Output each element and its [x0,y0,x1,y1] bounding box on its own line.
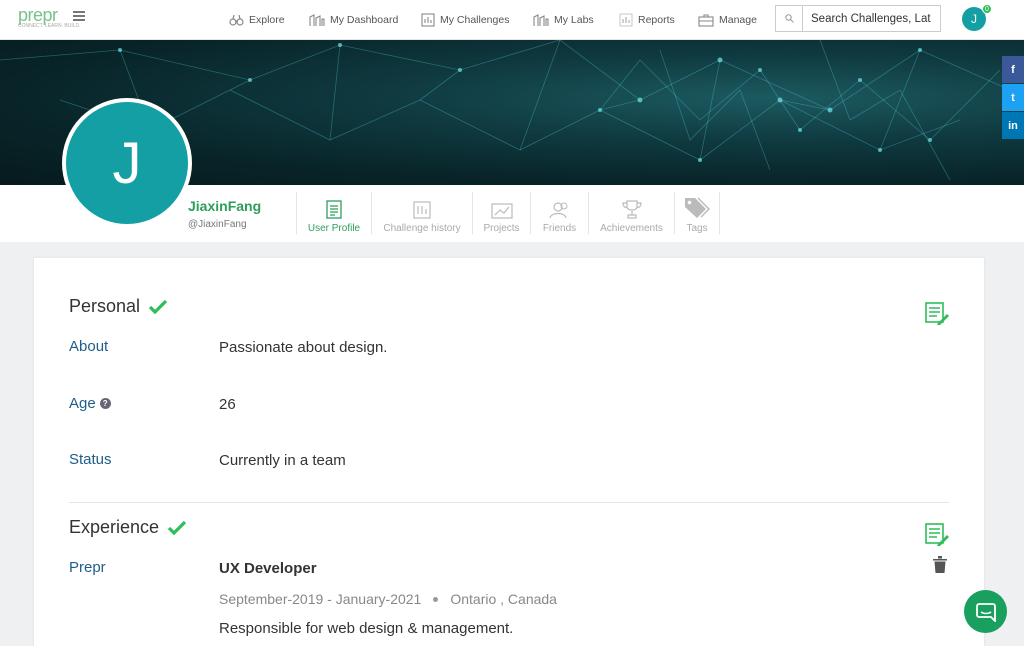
edit-personal-icon[interactable] [925,302,949,326]
job-meta: September-2019 - January-2021 Ontario , … [219,591,557,607]
briefcase-icon [698,13,714,27]
tags-icon [685,197,710,218]
nav-manage[interactable]: Manage [698,0,757,40]
search-input[interactable] [803,6,940,31]
separator-dot [433,596,439,602]
help-icon[interactable]: ? [99,398,111,409]
status-value: Currently in a team [219,452,346,469]
tab-friends[interactable]: Friends [530,192,588,234]
challenge-history-icon [413,201,431,219]
status-label-text: Status [69,451,112,468]
section-divider [69,502,949,503]
tab-projects-label: Projects [483,223,520,234]
logo-text: prepr [18,5,58,25]
twitter-icon: t [1011,91,1015,104]
share-facebook-button[interactable]: f [1002,56,1024,83]
personal-title-text: Personal [69,296,141,316]
age-label-text: Age [69,395,96,412]
binoculars-icon [229,14,244,26]
tab-projects[interactable]: Projects [472,192,530,234]
age-label: Age ? [69,395,111,412]
tab-achievements-label: Achievements [600,223,663,234]
nav-my-dashboard-label: My Dashboard [330,14,399,26]
trophy-icon [621,200,642,219]
facebook-icon: f [1011,63,1015,76]
profile-avatar: J [62,98,192,228]
about-label-text: About [69,338,109,355]
logo-tagline: CONNECT. LEARN. BUILD. [18,23,81,29]
share-twitter-button[interactable]: t [1002,84,1024,111]
job-location: Ontario , Canada [450,591,557,607]
labs-icon [533,13,549,26]
personal-section-title: Personal [69,296,168,317]
nav-reports[interactable]: Reports [619,0,675,40]
top-navbar: prepr CONNECT. LEARN. BUILD. Explore My … [0,0,1024,40]
search-icon[interactable] [776,6,803,31]
nav-my-labs-label: My Labs [554,14,594,26]
reports-icon [619,13,633,27]
checkmark-icon [148,299,168,314]
experience-section-title: Experience [69,517,187,538]
projects-icon [490,203,513,219]
tab-tags[interactable]: Tags [674,192,720,234]
tab-user-profile-label: User Profile [307,223,361,234]
nav-explore-label: Explore [249,14,285,26]
tab-achievements[interactable]: Achievements [588,192,674,234]
job-description: Responsible for web design & management. [219,620,514,637]
tab-tags-label: Tags [686,223,708,234]
nav-explore[interactable]: Explore [229,0,285,40]
profile-handle: @JiaxinFang [188,219,247,230]
profile-document-icon [326,200,342,219]
friends-icon [548,202,567,219]
profile-details-card: Personal About Passionate about design. … [34,258,984,646]
job-title: UX Developer [219,560,317,577]
nav-reports-label: Reports [638,14,675,26]
linkedin-icon: in [1008,119,1018,132]
challenges-icon [421,13,435,27]
share-linkedin-button[interactable]: in [1002,112,1024,139]
nav-my-dashboard[interactable]: My Dashboard [309,0,398,40]
chat-launcher-button[interactable] [964,590,1007,633]
profile-name: JiaxinFang [188,198,262,214]
experience-title-text: Experience [69,517,160,537]
status-label: Status [69,451,112,468]
about-value: Passionate about design. [219,339,388,356]
tab-friends-label: Friends [542,223,577,234]
prepr-logo[interactable]: prepr CONNECT. LEARN. BUILD. [18,5,81,29]
about-label: About [69,338,108,355]
dashboard-icon [309,13,325,26]
age-value: 26 [219,396,236,413]
tab-challenge-history-label: Challenge history [383,223,461,234]
trash-icon[interactable] [933,556,947,573]
company-text: Prepr [69,559,106,576]
nav-my-labs[interactable]: My Labs [533,0,594,40]
checkmark-icon [167,520,187,535]
search-box [775,5,941,32]
nav-my-challenges-label: My Challenges [440,14,510,26]
edit-experience-icon[interactable] [925,523,949,547]
tab-user-profile[interactable]: User Profile [296,192,371,234]
tab-challenge-history[interactable]: Challenge history [371,192,472,234]
notification-badge[interactable]: 0 [982,4,992,14]
chat-icon [975,602,996,622]
hamburger-menu-icon[interactable] [73,11,85,21]
job-dates: September-2019 - January-2021 [219,591,422,607]
nav-manage-label: Manage [719,14,757,26]
experience-company: Prepr [69,559,106,576]
nav-my-challenges[interactable]: My Challenges [421,0,509,40]
